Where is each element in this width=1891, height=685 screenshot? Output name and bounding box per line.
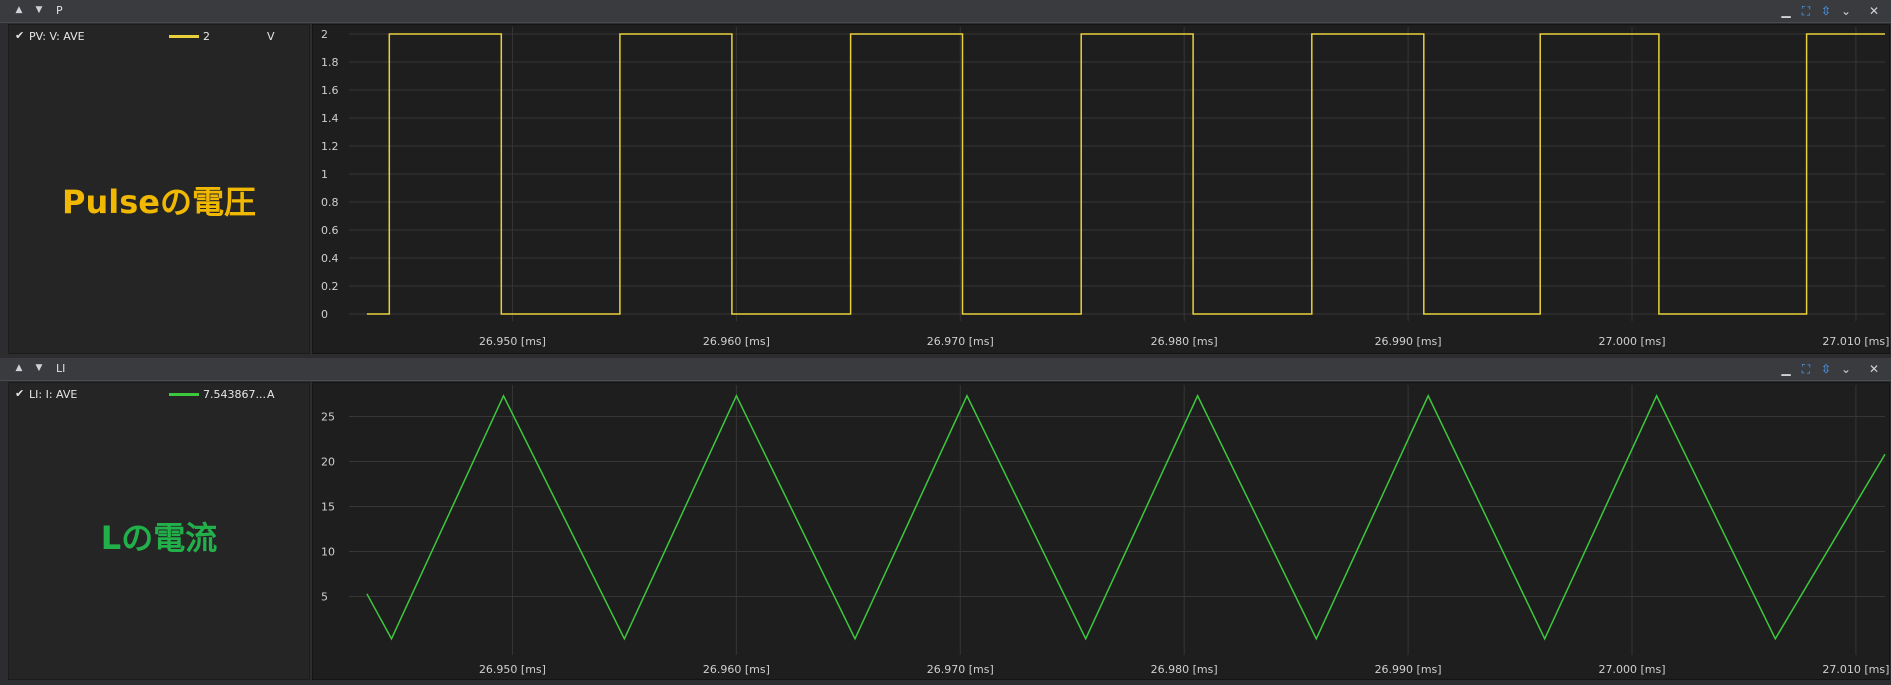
pane-title: LI [56,362,66,375]
legend-series-name: LI: I: AVE [29,388,78,401]
dropdown-icon[interactable]: ⌄ [1838,361,1854,377]
collapse-up-icon[interactable]: ▲ [12,361,26,375]
legend-unit: V [267,30,275,43]
series-line [366,394,1886,641]
y-tick-label: 5 [321,591,328,604]
legend-panel: ✔ LI: I: AVE 7.543867... A Lの電流 [8,382,310,680]
y-tick-label: 0.6 [321,224,339,237]
x-tick-label: 26.970 [ms] [927,335,994,348]
annotation-label: Pulseの電圧 [62,183,256,221]
legend-unit: A [267,388,275,401]
collapse-up-icon[interactable]: ▲ [12,3,26,17]
x-tick-label: 26.960 [ms] [703,663,770,676]
x-tick-label: 26.960 [ms] [703,335,770,348]
legend-entry[interactable]: ✔ LI: I: AVE 7.543867... A [13,387,303,403]
y-tick-label: 15 [321,501,335,514]
pane-title: P [56,4,63,17]
plot-area[interactable]: 5 10 15 20 25 26.950 [ms] 26.960 [ms] 26.970 [m… [312,382,1890,680]
x-tick-label: 27.010 [ms] [1822,663,1889,676]
current-pane: ▲ ▼ LI ▁ ⛶ ⇳ ⌄ ✕ ✔ LI: I: AVE 7.543867..… [0,358,1891,685]
x-tick-label: 26.950 [ms] [479,663,546,676]
series-color-swatch [169,35,199,38]
zoom-vertical-icon[interactable]: ⇳ [1818,361,1834,377]
expand-down-icon[interactable]: ▼ [32,3,46,17]
dropdown-icon[interactable]: ⌄ [1838,3,1854,19]
y-tick-label: 1.2 [321,140,339,153]
plot-area[interactable]: 0 0.2 0.4 0.6 0.8 1 1.2 1.4 1.6 1.8 2 26.950 [ms] 26… [312,24,1890,354]
y-tick-label: 0.2 [321,280,339,293]
y-tick-label: 25 [321,411,335,424]
series-color-swatch [169,393,199,396]
pane-titlebar: ▲ ▼ LI ▁ ⛶ ⇳ ⌄ ✕ [0,358,1891,381]
x-tick-label: 26.980 [ms] [1151,335,1218,348]
check-icon[interactable]: ✔ [15,29,24,42]
legend-value: 7.543867... [203,388,266,401]
minimize-icon[interactable]: ▁ [1778,3,1794,19]
y-tick-label: 1.4 [321,112,339,125]
y-tick-label: 1.8 [321,56,339,69]
voltage-pane: ▲ ▼ P ▁ ⛶ ⇳ ⌄ ✕ ✔ PV: V: AVE 2 V Pulseの電… [0,0,1891,358]
x-tick-label: 26.990 [ms] [1375,663,1442,676]
fit-zoom-icon[interactable]: ⛶ [1798,3,1814,19]
close-icon[interactable]: ✕ [1866,3,1882,19]
x-tick-label: 26.970 [ms] [927,663,994,676]
pane-titlebar: ▲ ▼ P ▁ ⛶ ⇳ ⌄ ✕ [0,0,1891,23]
y-tick-label: 1 [321,168,328,181]
check-icon[interactable]: ✔ [15,387,24,400]
y-tick-label: 2 [321,28,328,41]
y-tick-label: 20 [321,456,335,469]
legend-entry[interactable]: ✔ PV: V: AVE 2 V [13,29,303,45]
x-tick-label: 27.000 [ms] [1598,663,1665,676]
minimize-icon[interactable]: ▁ [1778,361,1794,377]
y-tick-label: 0.4 [321,252,339,265]
x-tick-label: 26.950 [ms] [479,335,546,348]
x-tick-label: 26.990 [ms] [1375,335,1442,348]
y-tick-label: 10 [321,546,335,559]
current-chart: 5 10 15 20 25 26.950 [ms] 26.960 [ms] 26.970 [m… [321,385,1889,676]
y-tick-label: 1.6 [321,84,339,97]
close-icon[interactable]: ✕ [1866,361,1882,377]
expand-down-icon[interactable]: ▼ [32,361,46,375]
x-tick-label: 26.980 [ms] [1151,663,1218,676]
x-tick-label: 27.010 [ms] [1822,335,1889,348]
legend-value: 2 [203,30,210,43]
y-tick-label: 0.8 [321,196,339,209]
legend-panel: ✔ PV: V: AVE 2 V Pulseの電圧 [8,24,310,354]
y-tick-label: 0 [321,308,328,321]
x-tick-label: 27.000 [ms] [1598,335,1665,348]
fit-zoom-icon[interactable]: ⛶ [1798,361,1814,377]
zoom-vertical-icon[interactable]: ⇳ [1818,3,1834,19]
voltage-chart: 0 0.2 0.4 0.6 0.8 1 1.2 1.4 1.6 1.8 2 26.950 [ms] 26… [321,27,1889,348]
annotation-label: Lの電流 [100,519,218,557]
legend-series-name: PV: V: AVE [29,30,85,43]
